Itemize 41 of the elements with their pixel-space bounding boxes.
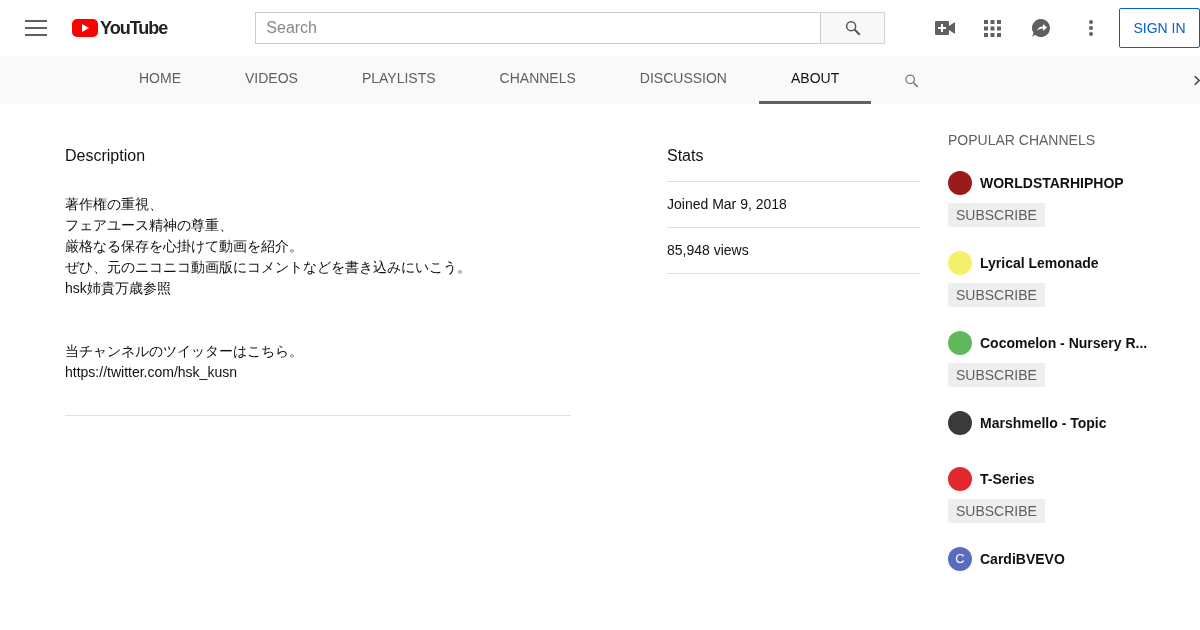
description-line: hsk姉貴万歳参照 xyxy=(65,279,172,298)
sign-in-button[interactable]: SIGN IN xyxy=(1119,8,1200,48)
section-heading: POPULAR CHANNELS xyxy=(948,131,1097,150)
description-line: ぜひ、元のニコニコ動画版にコメントなどを書き込みにいこう。 xyxy=(65,258,472,277)
play-logo-icon xyxy=(72,19,98,37)
channel-name[interactable]: CardiBVEVO xyxy=(980,548,1065,570)
tab[interactable]: ABOUT xyxy=(758,56,872,104)
tab[interactable]: VIDEOS xyxy=(213,56,330,104)
channel-name[interactable]: WORLDSTARHIPHOP xyxy=(980,172,1124,194)
tab[interactable]: DISCUSSION xyxy=(607,56,759,104)
channel-name[interactable]: Marshmello - Topic xyxy=(980,412,1107,434)
description-line: フェアユース精神の尊重、 xyxy=(65,216,234,235)
description-line: 著作権の重視、 xyxy=(65,195,164,214)
apps-grid-icon[interactable] xyxy=(984,19,1002,37)
share-bubble-icon[interactable] xyxy=(1031,18,1051,38)
subscribe-button[interactable]: SUBSCRIBE xyxy=(948,283,1045,307)
description-line: https://twitter.com/hsk_kusn xyxy=(65,363,238,382)
video-camera-plus-icon[interactable] xyxy=(935,21,956,35)
subscribe-button[interactable]: SUBSCRIBE xyxy=(948,499,1045,523)
tab[interactable]: PLAYLISTS xyxy=(329,56,468,104)
description-line: 当チャンネルのツイッターはこちら。 xyxy=(65,342,304,361)
search-field[interactable]: Search xyxy=(255,12,822,44)
subscribe-button[interactable]: SUBSCRIBE xyxy=(948,203,1045,227)
tab[interactable]: CHANNELS xyxy=(467,56,608,104)
description-line: 厳格なる保存を心掛けて動画を紹介。 xyxy=(65,237,304,256)
avatar[interactable]: C xyxy=(948,547,972,571)
logo-text[interactable]: YouTube xyxy=(100,14,168,42)
chevron-right-icon[interactable] xyxy=(1193,74,1200,87)
section-heading: Stats xyxy=(667,144,920,182)
stat-text: Joined Mar 9, 2018 xyxy=(667,195,787,214)
section-heading: Description xyxy=(65,146,147,166)
channel-name[interactable]: T-Series xyxy=(980,468,1035,490)
tab[interactable]: HOME xyxy=(107,56,213,104)
more-options-icon[interactable] xyxy=(1089,20,1093,36)
channel-name[interactable]: Cocomelon - Nursery R... xyxy=(980,332,1148,354)
channel-name[interactable]: Lyrical Lemonade xyxy=(980,252,1099,274)
search-icon xyxy=(843,19,862,37)
stat-text: 85,948 views xyxy=(667,241,749,260)
menu-icon[interactable] xyxy=(25,20,47,36)
search-button[interactable] xyxy=(821,12,886,44)
subscribe-button[interactable]: SUBSCRIBE xyxy=(948,363,1045,387)
